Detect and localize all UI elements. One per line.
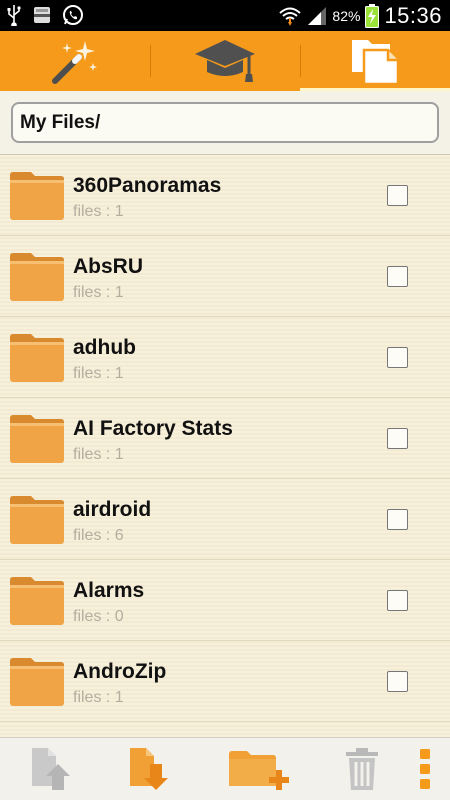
select-checkbox[interactable]	[387, 266, 408, 287]
file-count: files : 1	[73, 365, 124, 382]
overflow-menu-button[interactable]	[412, 746, 438, 792]
folder-icon	[10, 253, 64, 301]
list-item[interactable]: AI Factory Stats files : 1	[0, 398, 450, 479]
folder-icon	[10, 658, 64, 706]
new-folder-icon	[229, 751, 289, 790]
battery-charging-icon	[365, 3, 380, 28]
folder-icon	[10, 496, 64, 544]
select-checkbox[interactable]	[387, 428, 408, 449]
tab-learn[interactable]	[150, 31, 300, 91]
status-bar: 82% 15:36	[0, 0, 450, 31]
clock: 15:36	[384, 2, 442, 28]
download-button[interactable]	[126, 746, 170, 792]
select-checkbox[interactable]	[387, 509, 408, 530]
select-checkbox[interactable]	[387, 671, 408, 692]
file-name: adhub	[73, 336, 136, 359]
tab-tools[interactable]	[0, 31, 150, 91]
bottom-toolbar	[0, 737, 450, 800]
signal-icon	[308, 6, 327, 25]
file-count: files : 1	[73, 446, 124, 463]
select-checkbox[interactable]	[387, 185, 408, 206]
folder-icon	[10, 334, 64, 382]
file-name: airdroid	[73, 498, 152, 521]
overflow-menu-icon	[420, 749, 430, 789]
wifi-icon	[279, 7, 302, 26]
list-item[interactable]: AbsRU files : 1	[0, 236, 450, 317]
magic-wand-icon	[52, 41, 97, 84]
download-file-icon	[130, 748, 168, 790]
list-item[interactable]: airdroid files : 6	[0, 479, 450, 560]
list-item[interactable]: 360Panoramas files : 1	[0, 155, 450, 236]
upload-file-icon	[32, 748, 70, 790]
folder-icon	[10, 577, 64, 625]
top-tab-bar	[0, 31, 450, 91]
sd-card-icon	[34, 7, 50, 23]
upload-button[interactable]	[28, 746, 72, 792]
graduation-cap-icon	[195, 40, 255, 82]
file-name: AbsRU	[73, 255, 144, 278]
file-name: AI Factory Stats	[73, 417, 233, 440]
file-count: files : 0	[73, 608, 124, 625]
list-item[interactable]: Alarms files : 0	[0, 560, 450, 641]
trash-icon	[346, 748, 378, 790]
file-name: 360Panoramas	[73, 174, 222, 197]
file-count: files : 6	[73, 527, 124, 544]
battery-percent: 82%	[332, 7, 361, 24]
select-checkbox[interactable]	[387, 347, 408, 368]
files-icon	[352, 40, 400, 86]
file-count: files : 1	[73, 203, 124, 220]
status-bar-system: 82% 15:36	[278, 2, 442, 29]
file-count: files : 1	[73, 689, 124, 706]
tab-files[interactable]	[300, 31, 450, 91]
list-item[interactable]: AndroZip files : 1	[0, 641, 450, 722]
file-list: 360Panoramas files : 1 AbsRU files : 1 a…	[0, 155, 450, 737]
list-item-partial[interactable]	[0, 722, 450, 737]
new-folder-button[interactable]	[227, 746, 289, 792]
delete-button[interactable]	[343, 746, 381, 792]
file-name: AndroZip	[73, 660, 167, 683]
usb-icon	[7, 5, 21, 26]
file-count: files : 1	[73, 284, 124, 301]
select-checkbox[interactable]	[387, 590, 408, 611]
path-input[interactable]	[11, 102, 439, 143]
file-name: Alarms	[73, 579, 145, 602]
status-bar-notifications	[6, 4, 84, 26]
list-item[interactable]: adhub files : 1	[0, 317, 450, 398]
path-bar	[0, 91, 450, 155]
folder-icon	[10, 172, 64, 220]
whatsapp-icon	[63, 5, 83, 25]
folder-icon	[10, 415, 64, 463]
